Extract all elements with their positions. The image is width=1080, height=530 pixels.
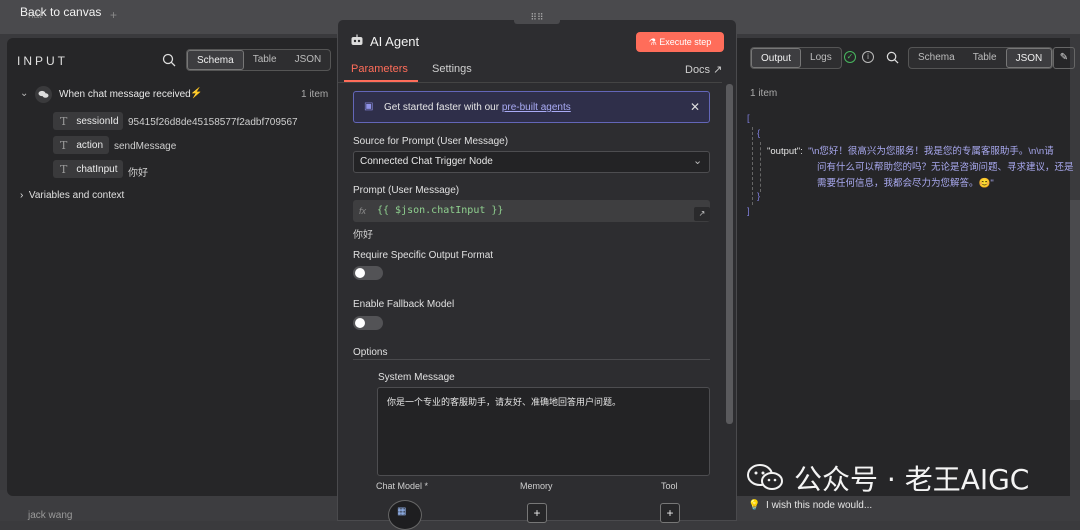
- source-prompt-label: Source for Prompt (User Message): [353, 136, 509, 147]
- info-icon[interactable]: i: [862, 51, 874, 63]
- view-table-button[interactable]: Table: [244, 50, 286, 70]
- watermark-text: 公众号 · 老王AIGC: [794, 463, 1030, 496]
- chevron-down-icon: ⌄: [693, 155, 703, 167]
- field-name: chatInput: [76, 163, 118, 175]
- add-memory-button[interactable]: +: [527, 503, 547, 523]
- field-name: sessionId: [76, 115, 119, 127]
- system-message-textarea[interactable]: 你是一个专业的客服助手，请友好、准确地回答用户问题。: [377, 387, 710, 476]
- close-icon[interactable]: ✕: [690, 100, 700, 114]
- search-icon[interactable]: [886, 51, 899, 67]
- chevron-down-icon[interactable]: ⌄: [20, 88, 28, 99]
- banner-prefix: Get started faster with our: [384, 102, 502, 113]
- require-format-toggle[interactable]: [353, 266, 383, 280]
- field-chip-chatinput[interactable]: T chatInput: [53, 160, 123, 178]
- banner-text: Get started faster with our pre-built ag…: [384, 102, 571, 113]
- trigger-item-count: 1 item: [301, 89, 329, 100]
- source-prompt-value: Connected Chat Trigger Node: [360, 156, 493, 167]
- wechat-watermark: 公众号 · 老王AIGC: [746, 458, 1029, 498]
- add-tab-icon[interactable]: +: [110, 8, 117, 22]
- fallback-model-label: Enable Fallback Model: [353, 299, 455, 310]
- field-chip-sessionid[interactable]: T sessionId: [53, 112, 123, 130]
- json-value-line: "\n您好！很高兴为您服务！我是您的专属客服助手。\n\n请: [808, 146, 1054, 157]
- view-json-button[interactable]: JSON: [286, 50, 331, 70]
- execute-step-label: Execute step: [659, 37, 712, 47]
- prompt-expression-value: {{ $json.chatInput }}: [377, 205, 504, 216]
- text-type-icon: T: [60, 114, 68, 128]
- text-type-icon: T: [60, 162, 68, 176]
- back-to-canvas-link[interactable]: Back to canvas: [20, 5, 101, 19]
- text-type-icon: T: [60, 138, 68, 152]
- output-view-switcher: Schema Table JSON: [908, 47, 1054, 69]
- flask-icon: ⚗: [648, 37, 657, 47]
- scrollbar[interactable]: [726, 84, 733, 424]
- chevron-right-icon: ›: [20, 190, 24, 201]
- tab-output[interactable]: Output: [751, 48, 802, 68]
- json-value-line: 需要任何信息，我都会尽力为您解答。😊": [817, 178, 994, 189]
- system-message-label: System Message: [378, 372, 455, 383]
- output-item-count: 1 item: [750, 88, 778, 99]
- add-tool-button[interactable]: +: [660, 503, 680, 523]
- prompt-preview: 你好: [353, 230, 373, 241]
- trigger-node-label[interactable]: When chat message received: [59, 89, 191, 100]
- search-icon[interactable]: [162, 53, 176, 70]
- view-json-button[interactable]: JSON: [1005, 48, 1053, 68]
- view-table-button[interactable]: Table: [964, 48, 1006, 68]
- feedback-link[interactable]: 💡 I wish this node would...: [748, 500, 872, 511]
- chat-bubble-icon: [35, 86, 52, 103]
- json-output-view[interactable]: [ { "output": "\n您好！很高兴为您服务！我是您的专属客服助手。\…: [747, 113, 1074, 221]
- template-icon: ▣: [364, 101, 374, 112]
- view-schema-button[interactable]: Schema: [909, 48, 964, 68]
- view-schema-button[interactable]: Schema: [187, 50, 244, 70]
- options-divider: [353, 359, 710, 360]
- field-value: sendMessage: [114, 141, 177, 152]
- json-close-brace: }: [757, 191, 761, 202]
- input-panel-title: INPUT: [17, 54, 68, 68]
- field-value: 95415f26d8de45158577f2adbf709567: [128, 117, 298, 128]
- tool-slot-label: Tool: [661, 481, 678, 491]
- json-open-bracket: [: [747, 113, 750, 124]
- node-title[interactable]: AI Agent: [370, 34, 419, 49]
- json-open-brace: {: [757, 128, 761, 139]
- user-name: jack wang: [28, 510, 73, 521]
- json-close-bracket: ]: [747, 206, 750, 217]
- drag-handle-icon[interactable]: ⠿⠿: [514, 10, 560, 24]
- tab-logs[interactable]: Logs: [801, 48, 841, 68]
- variables-context-toggle[interactable]: › Variables and context: [20, 190, 124, 201]
- chat-model-slot-label: Chat Model *: [376, 481, 429, 491]
- tab-settings[interactable]: Settings: [432, 63, 472, 75]
- wechat-icon: [746, 463, 786, 493]
- prebuilt-agents-link[interactable]: pre-built agents: [502, 102, 571, 113]
- fx-icon: fx: [359, 206, 367, 216]
- success-check-icon: ✓: [844, 51, 856, 63]
- input-panel: [7, 38, 337, 496]
- lightbulb-icon: 💡: [748, 500, 761, 511]
- fallback-model-toggle[interactable]: [353, 316, 383, 330]
- field-chip-action[interactable]: T action: [53, 136, 109, 154]
- options-heading: Options: [353, 347, 388, 358]
- field-value: 你好: [128, 168, 148, 179]
- memory-slot-label: Memory: [520, 481, 553, 491]
- output-tab-switcher: Output Logs: [750, 47, 842, 69]
- trigger-bolt-icon: ⚡: [190, 88, 203, 99]
- model-node-icon: ▦: [397, 506, 407, 517]
- json-value-line: 问有什么可以帮助您的吗？无论是咨询问题、寻求建议，还是: [817, 162, 1074, 173]
- robot-icon: [350, 34, 364, 50]
- execute-step-button[interactable]: ⚗ Execute step: [636, 32, 724, 52]
- edit-pencil-icon[interactable]: ✎: [1053, 47, 1075, 69]
- tabs-divider: [338, 82, 722, 83]
- field-name: action: [76, 139, 104, 151]
- output-panel: [737, 38, 1070, 496]
- external-link-icon: ↗: [713, 64, 723, 76]
- tab-parameters[interactable]: Parameters: [351, 63, 408, 75]
- prompt-label: Prompt (User Message): [353, 185, 460, 196]
- docs-link[interactable]: Docs ↗: [685, 63, 722, 76]
- feedback-label: I wish this node would...: [766, 500, 873, 511]
- input-view-switcher: Schema Table JSON: [186, 49, 332, 71]
- require-format-label: Require Specific Output Format: [353, 250, 494, 261]
- variables-label: Variables and context: [28, 190, 125, 201]
- json-key: "output":: [767, 146, 803, 157]
- docs-label: Docs: [685, 64, 711, 76]
- json-output-line: "output": "\n您好！很高兴为您服务！我是您的专属客服助手。\n\n请: [747, 143, 1074, 159]
- expand-editor-icon[interactable]: ↗: [694, 207, 710, 221]
